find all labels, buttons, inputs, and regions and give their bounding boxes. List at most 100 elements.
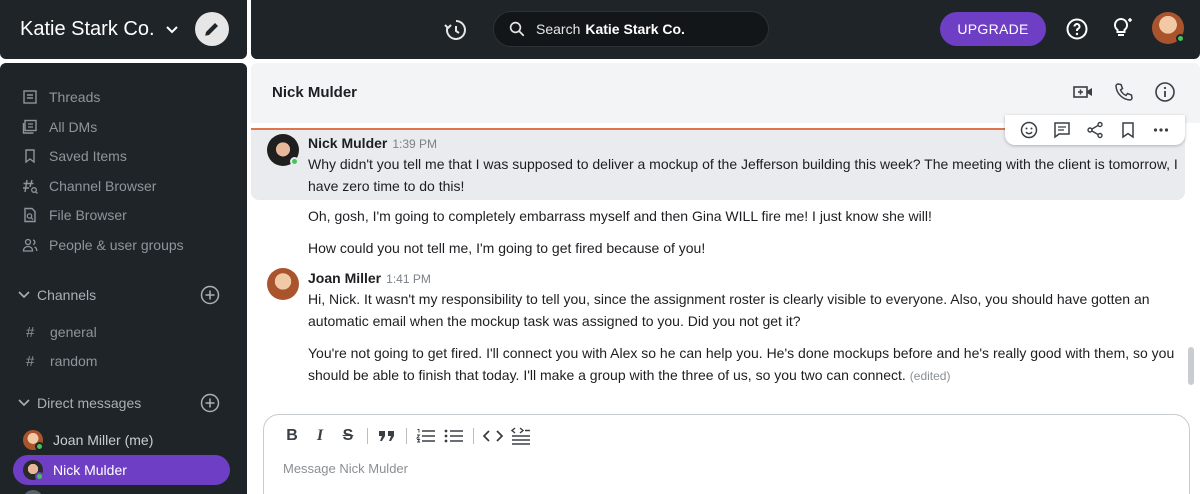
edited-label: (edited) bbox=[909, 369, 951, 383]
channel-name: random bbox=[50, 353, 98, 369]
info-icon[interactable] bbox=[1154, 81, 1176, 103]
toolbar-divider bbox=[367, 428, 368, 444]
share-icon[interactable] bbox=[1085, 120, 1105, 140]
sidebar-item-label: Channel Browser bbox=[49, 178, 157, 194]
chevron-down-icon bbox=[18, 291, 32, 299]
numbered-list-icon[interactable] bbox=[415, 425, 437, 447]
sidebar-item-channel-browser[interactable]: Channel Browser bbox=[22, 175, 156, 197]
avatar[interactable] bbox=[267, 268, 299, 300]
code-icon[interactable] bbox=[482, 425, 504, 447]
bold-icon[interactable]: B bbox=[281, 425, 303, 447]
chevron-down-icon[interactable] bbox=[165, 23, 179, 37]
message-text: Hi, Nick. It wasn't my responsibility to… bbox=[308, 291, 1150, 329]
code-block-icon[interactable] bbox=[510, 425, 532, 447]
sidebar-channel-general[interactable]: # general bbox=[26, 321, 97, 343]
channels-section-toggle[interactable]: Channels bbox=[18, 283, 96, 307]
message-composer: B I S bbox=[263, 414, 1190, 494]
sidebar-item-file-browser[interactable]: File Browser bbox=[22, 204, 127, 226]
message-text: Oh, gosh, I'm going to completely embarr… bbox=[308, 208, 932, 224]
pencil-icon bbox=[205, 23, 218, 36]
sidebar-dm-next[interactable] bbox=[13, 485, 230, 494]
sidebar-item-label: File Browser bbox=[49, 207, 127, 223]
message-timestamp: 1:39 PM bbox=[392, 137, 438, 151]
search-bar[interactable]: Search Katie Stark Co. bbox=[493, 11, 769, 47]
message-list: Nick Mulder 1:39 PM Why didn't you tell m… bbox=[251, 115, 1200, 394]
sidebar-channel-random[interactable]: # random bbox=[26, 350, 97, 372]
online-status-dot bbox=[290, 157, 299, 166]
dm-name: Joan Miller (me) bbox=[53, 432, 154, 448]
workspace-header[interactable]: Katie Stark Co. bbox=[0, 0, 247, 59]
channel-name: general bbox=[50, 324, 97, 340]
avatar[interactable] bbox=[267, 134, 299, 166]
file-search-icon bbox=[24, 207, 36, 223]
bookmark-icon bbox=[25, 149, 35, 164]
sidebar-item-label: Threads bbox=[49, 89, 101, 105]
formatting-toolbar: B I S bbox=[281, 425, 538, 447]
help-icon[interactable] bbox=[1065, 17, 1089, 41]
sidebar-dm-joan-miller[interactable]: Joan Miller (me) bbox=[13, 425, 230, 455]
message-text: Why didn't you tell me that I was suppos… bbox=[308, 156, 1178, 194]
avatar bbox=[23, 460, 44, 481]
online-status-dot bbox=[1176, 34, 1185, 43]
people-icon bbox=[22, 238, 38, 252]
app-root: Katie Stark Co. Search Katie Stark Co. U… bbox=[0, 0, 1200, 494]
top-bar: Search Katie Stark Co. UPGRADE bbox=[251, 0, 1200, 59]
toolbar-divider bbox=[406, 428, 407, 444]
quote-icon[interactable] bbox=[376, 425, 398, 447]
search-icon bbox=[509, 21, 525, 37]
italic-icon[interactable]: I bbox=[309, 425, 331, 447]
sidebar-item-people[interactable]: People & user groups bbox=[22, 234, 184, 256]
history-icon[interactable] bbox=[443, 18, 467, 42]
author-name[interactable]: Nick Mulder bbox=[308, 135, 387, 151]
dm-name: Nick Mulder bbox=[53, 462, 127, 478]
video-call-icon[interactable] bbox=[1072, 81, 1094, 103]
sidebar-dm-nick-mulder[interactable]: Nick Mulder bbox=[13, 455, 230, 485]
message-timestamp: 1:41 PM bbox=[386, 272, 431, 286]
threads-icon bbox=[23, 90, 37, 104]
sidebar: Threads All DMs Saved Items Channel Brow… bbox=[0, 63, 247, 494]
chat-title: Nick Mulder bbox=[272, 84, 358, 101]
sidebar-item-label: All DMs bbox=[49, 119, 98, 135]
bulleted-list-icon[interactable] bbox=[443, 425, 465, 447]
author-name[interactable]: Joan Miller bbox=[308, 270, 381, 286]
message-author[interactable]: Joan Miller 1:41 PM bbox=[308, 270, 431, 286]
sidebar-item-threads[interactable]: Threads bbox=[22, 86, 100, 108]
reply-thread-icon[interactable] bbox=[1052, 120, 1072, 140]
search-scope: Katie Stark Co. bbox=[585, 21, 685, 37]
dms-section-label: Direct messages bbox=[37, 395, 142, 411]
message-text: How could you not tell me, I'm going to … bbox=[308, 240, 706, 256]
channel-browser-icon bbox=[23, 179, 38, 194]
online-status-dot bbox=[35, 472, 44, 481]
all-dms-icon bbox=[22, 119, 37, 134]
emoji-reaction-icon[interactable] bbox=[1019, 120, 1039, 140]
hash-icon: # bbox=[26, 323, 35, 341]
more-options-icon[interactable] bbox=[1151, 120, 1171, 140]
sidebar-item-label: People & user groups bbox=[49, 237, 184, 253]
avatar bbox=[23, 490, 43, 494]
add-channel-icon[interactable] bbox=[200, 285, 220, 305]
avatar bbox=[23, 430, 44, 451]
strikethrough-icon[interactable]: S bbox=[337, 425, 359, 447]
lightbulb-icon[interactable] bbox=[1110, 15, 1136, 41]
bookmark-icon[interactable] bbox=[1118, 120, 1138, 140]
message-author[interactable]: Nick Mulder 1:39 PM bbox=[308, 135, 437, 151]
workspace-name[interactable]: Katie Stark Co. bbox=[20, 18, 155, 41]
sidebar-item-label: Saved Items bbox=[49, 148, 127, 164]
message-actions-toolbar bbox=[1005, 115, 1185, 145]
channels-section-label: Channels bbox=[37, 287, 97, 303]
dms-section-toggle[interactable]: Direct messages bbox=[18, 391, 141, 415]
phone-icon[interactable] bbox=[1113, 81, 1135, 103]
upgrade-button[interactable]: UPGRADE bbox=[940, 12, 1046, 46]
add-dm-icon[interactable] bbox=[200, 393, 220, 413]
message-input[interactable] bbox=[283, 461, 1163, 476]
search-placeholder: Search bbox=[536, 21, 581, 37]
message-text-body: You're not going to get fired. I'll conn… bbox=[308, 345, 1175, 383]
chevron-down-icon bbox=[18, 399, 32, 407]
online-status-dot bbox=[35, 442, 44, 451]
message-list-scrollbar[interactable] bbox=[1188, 347, 1194, 385]
message-text: You're not going to get fired. I'll conn… bbox=[308, 342, 1178, 387]
sidebar-item-all-dms[interactable]: All DMs bbox=[22, 116, 97, 138]
hash-icon: # bbox=[26, 352, 35, 370]
sidebar-item-saved-items[interactable]: Saved Items bbox=[22, 145, 127, 167]
new-message-button[interactable] bbox=[195, 12, 229, 46]
